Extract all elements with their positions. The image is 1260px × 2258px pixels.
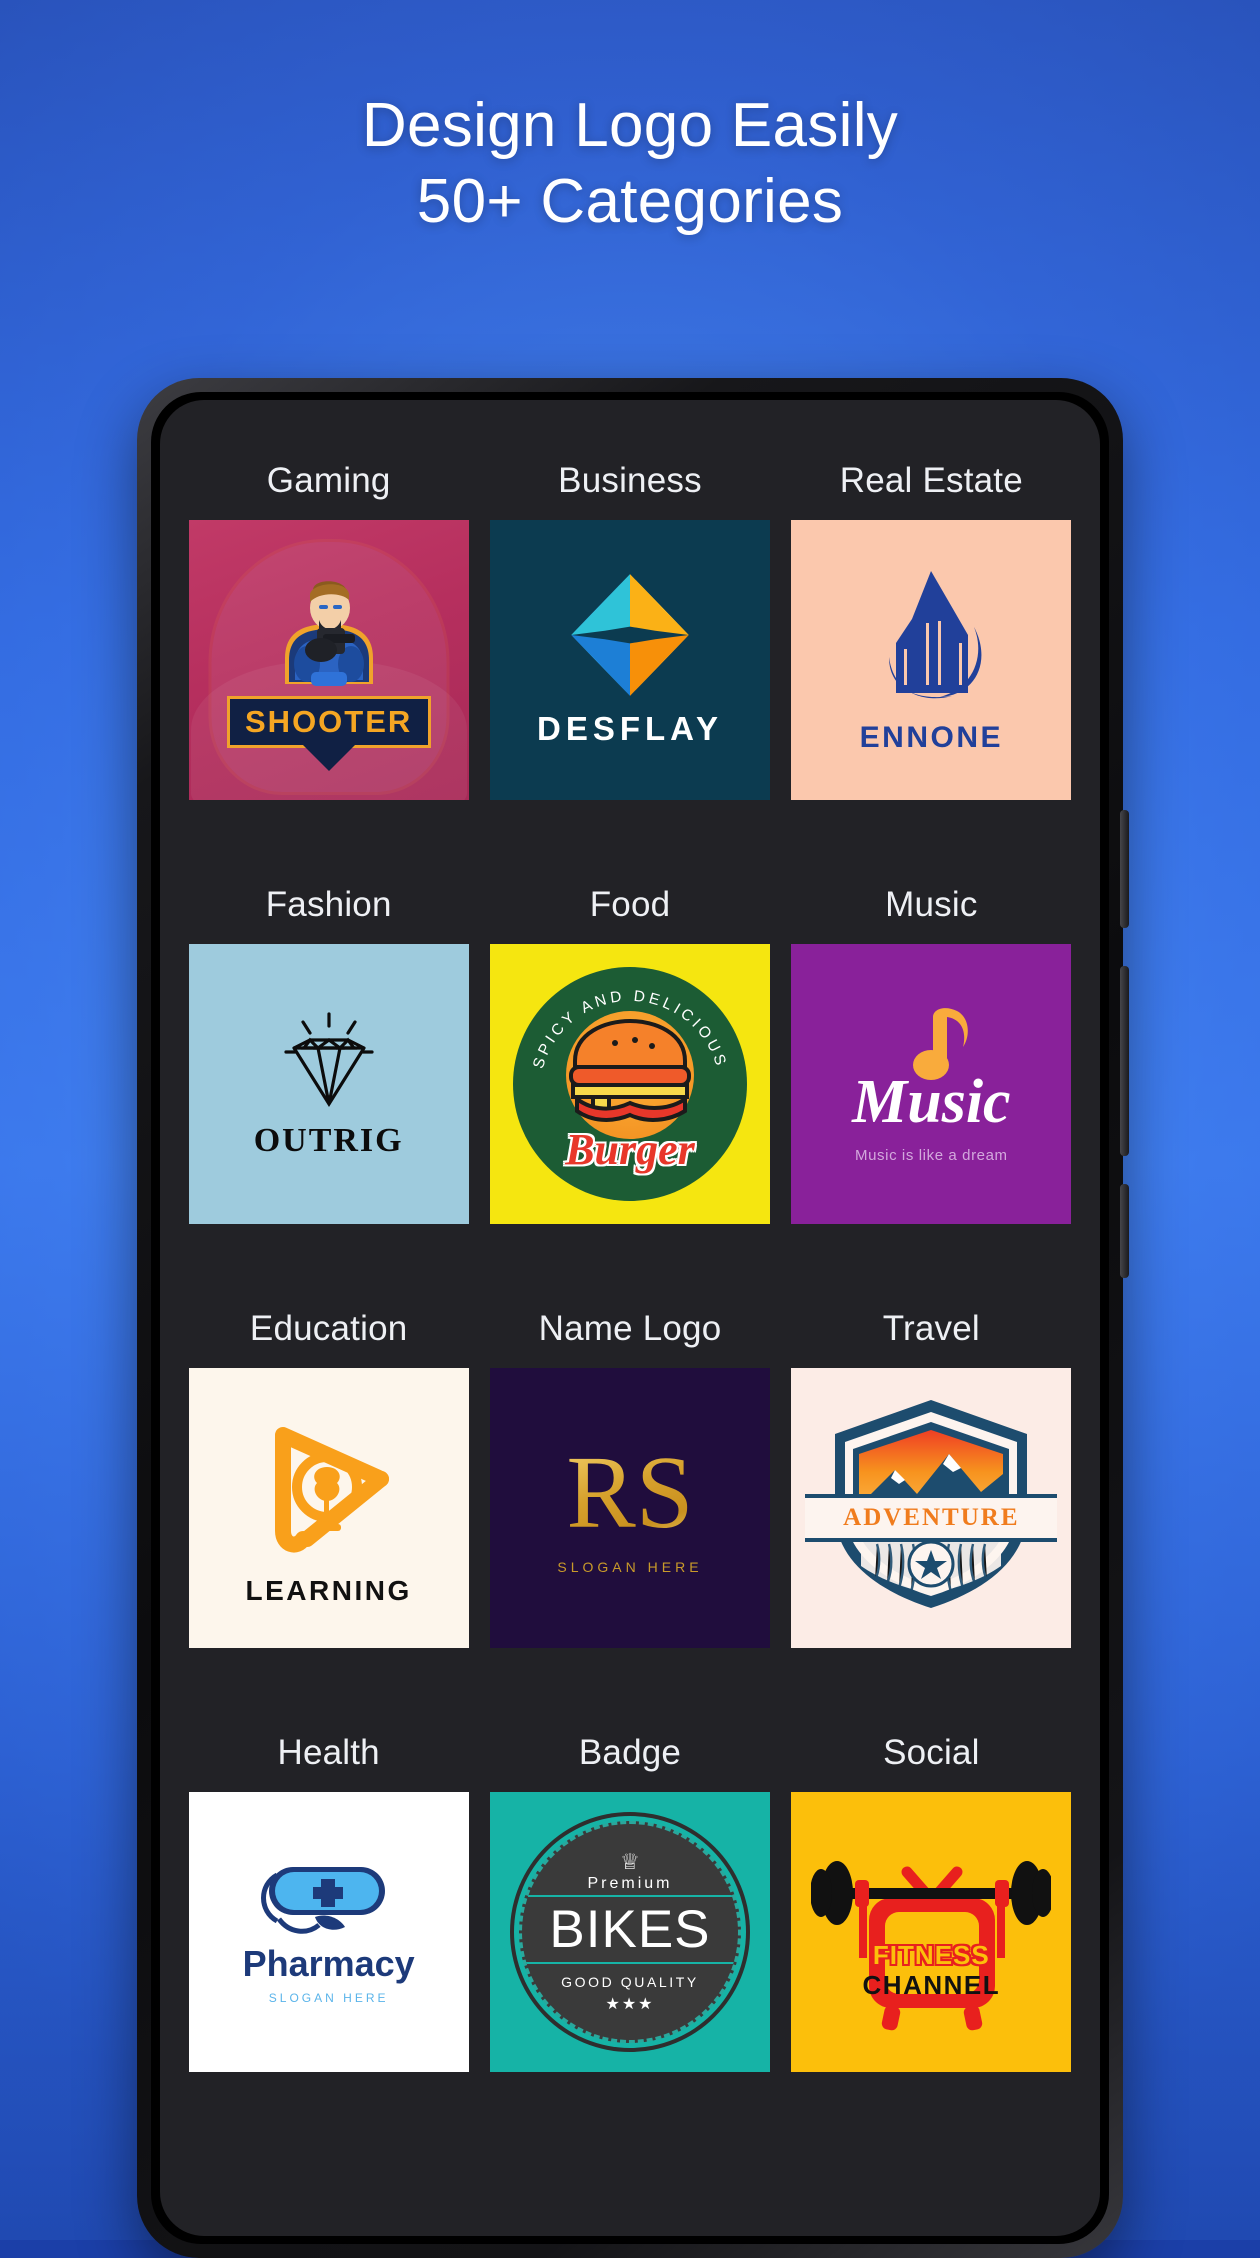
- diamond-icon: [571, 574, 689, 696]
- category-label: Badge: [578, 1733, 682, 1772]
- category-cell-real-estate[interactable]: Real Estate ENNONE: [791, 442, 1072, 800]
- logo-tile-rs[interactable]: RS SLOGAN HERE: [489, 1368, 770, 1648]
- category-label: Social: [883, 1733, 980, 1772]
- row-spacer: [188, 1224, 1072, 1290]
- category-label: Fashion: [265, 885, 392, 924]
- category-cell-food[interactable]: Food SPICY AND DELICIOUS Burger: [489, 866, 770, 1224]
- logo-tagline: SLOGAN HERE: [557, 1559, 703, 1575]
- badge-circle: SPICY AND DELICIOUS Burger: [512, 967, 747, 1201]
- power-button[interactable]: [1120, 810, 1129, 928]
- category-label: Health: [277, 1733, 380, 1772]
- crown-icon: ♕: [620, 1848, 640, 1874]
- diamond-gem-icon: [284, 1012, 374, 1108]
- row-spacer: [188, 1648, 1072, 1714]
- category-label: Travel: [882, 1309, 980, 1348]
- category-cell-gaming[interactable]: Gaming SHOOTER: [188, 442, 469, 800]
- logo-title: ADVENTURE: [843, 1504, 1020, 1531]
- category-cell-social[interactable]: Social FITNESS CHANNEL: [791, 1714, 1072, 2072]
- category-cell-fashion[interactable]: Fashion OUTRIG: [188, 866, 469, 1224]
- tv-barbell-icon: [811, 1861, 1052, 2031]
- logo-tagline: SLOGAN HERE: [268, 1991, 389, 2005]
- logo-title-line-1: FITNESS: [872, 1940, 990, 1970]
- category-cell-music[interactable]: Music Music Music is like a dream: [791, 866, 1072, 1224]
- logo-tile-adventure[interactable]: ADVENTURE: [791, 1368, 1072, 1648]
- badge-top-label: Premium: [587, 1874, 673, 1892]
- logo-title: LEARNING: [245, 1575, 412, 1606]
- skyscraper-icon: [889, 571, 982, 699]
- logo-banner: ADVENTURE: [805, 1494, 1058, 1542]
- category-label: Gaming: [266, 461, 391, 500]
- category-cell-education[interactable]: Education LEARNING: [188, 1290, 469, 1648]
- phone-mockup: Gaming SHOOTER Business DESFLAY Real Est…: [137, 378, 1129, 2258]
- category-label: Real Estate: [839, 461, 1023, 500]
- category-cell-health[interactable]: Health Pharmacy SLOGAN HERE: [188, 1714, 469, 2072]
- logo-tile-pharmacy[interactable]: Pharmacy SLOGAN HERE: [188, 1792, 469, 2072]
- logo-tile-shooter[interactable]: SHOOTER: [188, 520, 469, 800]
- phone-bezel: Gaming SHOOTER Business DESFLAY Real Est…: [151, 392, 1109, 2244]
- logo-tile-burger[interactable]: SPICY AND DELICIOUS Burger: [489, 944, 770, 1224]
- volume-up-button[interactable]: [1120, 966, 1129, 1156]
- logo-title: Music: [852, 1067, 1011, 1136]
- burger-icon: [568, 1018, 691, 1122]
- logo-tile-ennone[interactable]: ENNONE: [791, 520, 1072, 800]
- app-screen: Gaming SHOOTER Business DESFLAY Real Est…: [160, 400, 1100, 2236]
- category-label: Name Logo: [538, 1309, 722, 1348]
- logo-title: Pharmacy: [242, 1943, 415, 1984]
- headline-line-1: Design Logo Easily: [361, 91, 899, 160]
- logo-title: BIKES: [521, 1894, 738, 1964]
- logo-tile-desflay[interactable]: DESFLAY: [489, 520, 770, 800]
- logo-title: OUTRIG: [253, 1122, 404, 1159]
- badge-circle: ♕ Premium BIKES GOOD QUALITY ★★★: [518, 1821, 741, 2043]
- logo-title: DESFLAY: [536, 710, 723, 747]
- star-rating-icon: ★★★: [605, 1995, 655, 2013]
- category-label: Music: [885, 885, 978, 924]
- category-cell-business[interactable]: Business DESFLAY: [489, 442, 770, 800]
- logo-title: SHOOTER: [245, 704, 413, 739]
- category-label: Food: [589, 885, 671, 924]
- logo-tagline: Music is like a dream: [855, 1146, 1008, 1164]
- volume-down-button[interactable]: [1120, 1184, 1129, 1278]
- logo-banner: SHOOTER: [226, 696, 431, 748]
- pill-cross-stethoscope-icon: [260, 1867, 385, 1934]
- play-bulb-brain-icon: [274, 1427, 389, 1553]
- promo-headline: Design Logo Easily 50+ Categories: [0, 88, 1260, 239]
- category-cell-travel[interactable]: Travel ADVENTURE: [791, 1290, 1072, 1648]
- badge-bottom-label: GOOD QUALITY: [561, 1973, 699, 1990]
- logo-title: ENNONE: [859, 721, 1003, 754]
- logo-title-line-2: CHANNEL: [862, 1970, 1001, 2000]
- logo-tile-outrig[interactable]: OUTRIG: [188, 944, 469, 1224]
- logo-title: RS: [566, 1435, 694, 1550]
- logo-tile-bikes[interactable]: ♕ Premium BIKES GOOD QUALITY ★★★: [489, 1792, 770, 2072]
- category-cell-name-logo[interactable]: Name Logo RS SLOGAN HERE: [489, 1290, 770, 1648]
- category-label: Business: [558, 461, 702, 500]
- row-spacer: [188, 800, 1072, 866]
- headline-line-2: 50+ Categories: [416, 166, 844, 236]
- category-cell-badge[interactable]: Badge ♕ Premium BIKES GOOD QUALITY ★★★: [489, 1714, 770, 2072]
- category-grid: Gaming SHOOTER Business DESFLAY Real Est…: [188, 442, 1072, 2072]
- category-label: Education: [249, 1309, 408, 1348]
- logo-title: Burger: [565, 1125, 695, 1174]
- logo-tile-fitness-channel[interactable]: FITNESS CHANNEL: [791, 1792, 1072, 2072]
- logo-tile-music[interactable]: Music Music is like a dream: [791, 944, 1072, 1224]
- logo-tile-learning[interactable]: LEARNING: [188, 1368, 469, 1648]
